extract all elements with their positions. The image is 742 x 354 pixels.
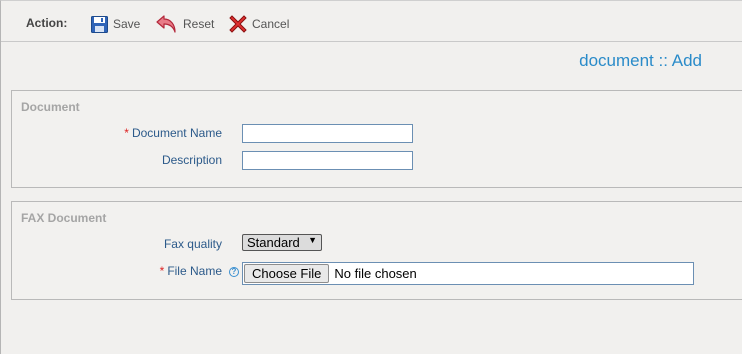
fax-quality-select[interactable]: Standard ▼: [242, 234, 322, 251]
file-status-text: No file chosen: [334, 266, 417, 281]
document-fieldset: Document * Document Name Description: [11, 90, 742, 188]
fax-document-legend: FAX Document: [21, 211, 107, 225]
reset-button[interactable]: Reset: [156, 14, 214, 34]
fax-quality-label: Fax quality: [163, 237, 222, 251]
fax-quality-selected: Standard: [247, 235, 300, 250]
question-help-icon[interactable]: ?: [229, 267, 239, 277]
required-marker: *: [159, 264, 165, 278]
undo-arrow-icon: [156, 14, 178, 34]
action-toolbar: Action: Save Reset Cancel: [1, 7, 742, 42]
save-label: Save: [113, 17, 141, 31]
save-button[interactable]: Save: [91, 14, 140, 34]
page-title: document :: Add: [579, 51, 702, 70]
action-label: Action:: [26, 16, 68, 30]
app-frame: Action: Save Reset Cancel document:: Ad…: [0, 0, 742, 354]
dropdown-arrow-icon: ▼: [308, 235, 317, 245]
description-label: Description: [161, 153, 222, 167]
red-x-icon: [229, 15, 247, 33]
document-name-label-text: Document Name: [131, 126, 222, 140]
fax-document-fieldset: FAX Document Fax quality Standard ▼ * Fil…: [11, 201, 742, 300]
choose-file-button[interactable]: Choose File: [244, 264, 330, 283]
required-marker: *: [124, 126, 129, 140]
cancel-button[interactable]: Cancel: [229, 14, 289, 34]
cancel-label: Cancel: [252, 17, 290, 31]
document-name-input[interactable]: [242, 124, 413, 143]
document-name-label: * Document Name: [12, 126, 222, 140]
reset-label: Reset: [183, 17, 215, 31]
file-name-label: * File Name: [12, 264, 222, 278]
document-legend: Document: [21, 100, 80, 114]
file-upload-field[interactable]: Choose File No file chosen: [242, 262, 694, 285]
floppy-disk-icon: [91, 15, 108, 33]
description-input[interactable]: [242, 151, 413, 170]
file-name-label-text: File Name: [167, 264, 222, 278]
